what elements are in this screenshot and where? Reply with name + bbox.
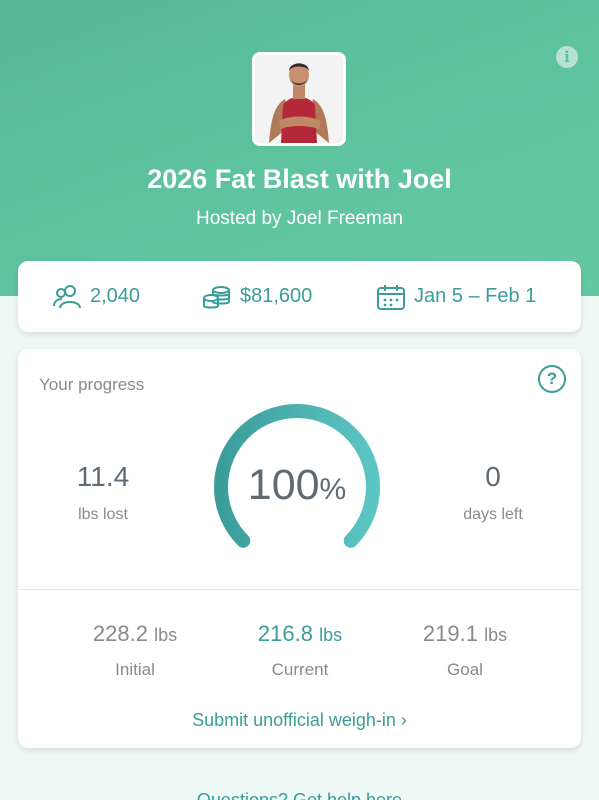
lbs-lost-label: lbs lost (78, 506, 128, 523)
goal-label: Goal (447, 660, 483, 679)
days-left-value: 0 (485, 461, 501, 492)
coins-icon (203, 285, 230, 308)
current-weight-unit: lbs (319, 625, 343, 645)
pot-amount: $81,600 (240, 285, 313, 307)
pot-stat: $81,600 (202, 261, 312, 332)
goal-weight-value: 219.1 (422, 621, 478, 646)
initial-weight-value: 228.2 (92, 621, 148, 646)
challenge-title: 2026 Fat Blast with Joel (147, 164, 452, 194)
goal-weight-unit: lbs (484, 625, 508, 645)
lbs-lost-value: 11.4 (76, 461, 130, 492)
challenge-dates: Jan 5 – Feb 1 (414, 285, 537, 307)
participants-stat: 2,040 (52, 261, 140, 332)
current-label: Current (271, 660, 329, 679)
calendar-icon (377, 284, 405, 310)
progress-card: Your progress ? 11.4 lbs lost 100% 0 day… (18, 349, 581, 748)
host-name: Hosted by Joel Freeman (196, 208, 403, 229)
submit-weigh-in-link[interactable]: Submit unofficial weigh-in › (18, 710, 581, 731)
submit-weigh-in-label: Submit unofficial weigh-in (192, 710, 396, 730)
chevron-right-icon: › (400, 710, 407, 730)
progress-percent: 100% (212, 461, 382, 510)
hero-header: i 2026 Fat Blast with Joel Hosted by Joe… (0, 0, 599, 296)
percent-sign: % (319, 473, 347, 506)
initial-weight: 228.2 lbs (55, 621, 215, 647)
initial-weight-unit: lbs (154, 625, 178, 645)
current-weight: 216.8 lbs (220, 621, 380, 647)
progress-label: Your progress (39, 375, 145, 394)
participants-count: 2,040 (90, 285, 141, 307)
dates-stat: Jan 5 – Feb 1 (376, 261, 536, 332)
help-icon[interactable]: ? (538, 365, 566, 393)
participants-icon (53, 284, 81, 308)
stats-card: 2,040 $81,600 Jan 5 – Feb 1 (18, 261, 581, 332)
percent-number: 100 (247, 461, 320, 509)
help-link[interactable]: Questions? Get help here (0, 790, 599, 800)
divider (18, 589, 581, 590)
avatar-photo (255, 55, 343, 143)
host-avatar (252, 52, 346, 146)
goal-weight: 219.1 lbs (385, 621, 545, 647)
current-weight-value: 216.8 (257, 621, 313, 646)
days-left-label: days left (463, 506, 523, 523)
info-icon[interactable]: i (556, 46, 578, 68)
initial-label: Initial (115, 660, 155, 679)
